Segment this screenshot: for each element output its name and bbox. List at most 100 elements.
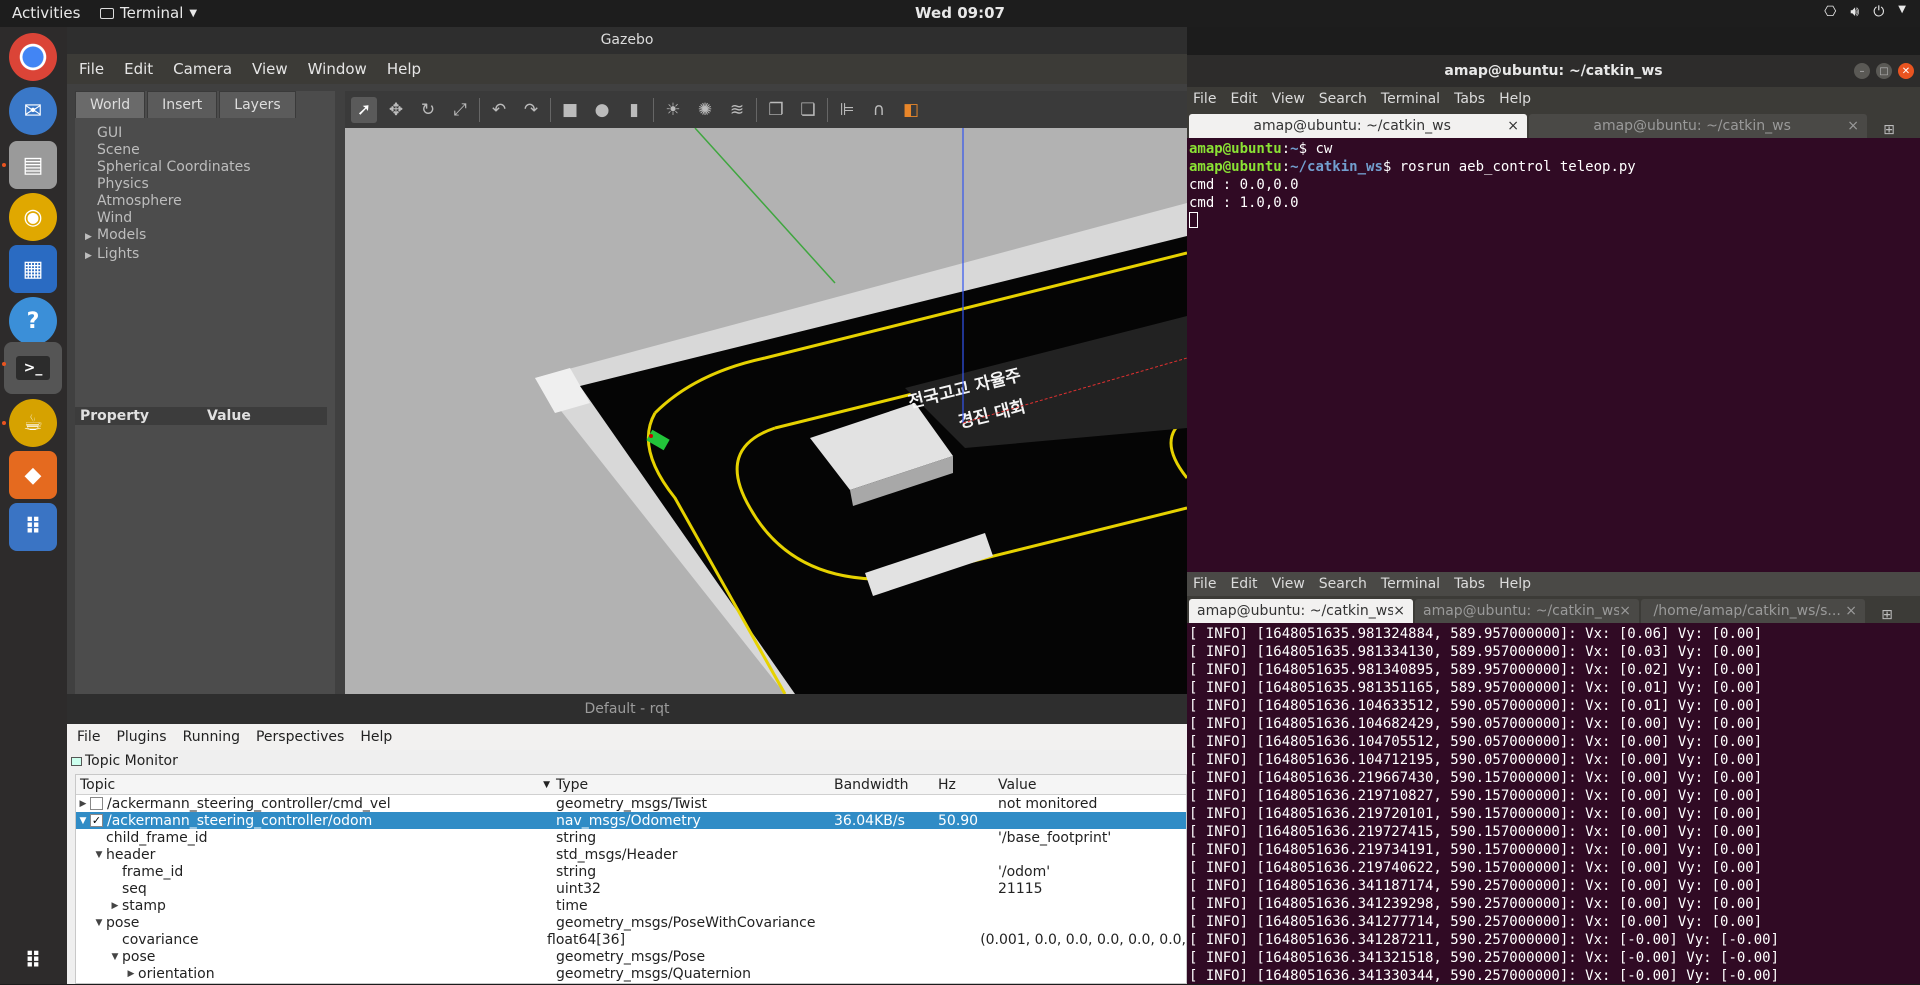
chrome-icon[interactable] [9, 33, 57, 81]
scene-viewport[interactable]: 전국고교 자율주 경진 대회 [345, 128, 1187, 694]
menu-terminal[interactable]: Terminal [1381, 576, 1440, 592]
menu-tabs[interactable]: Tabs [1454, 91, 1485, 107]
tree-item-scene[interactable]: Scene [85, 142, 251, 159]
spot-light-icon[interactable]: ✺ [692, 97, 718, 123]
sphere-shape-icon[interactable]: ● [589, 97, 615, 123]
show-applications-icon[interactable]: ⠿ [9, 937, 57, 985]
menu-file[interactable]: File [1193, 576, 1216, 592]
monitor-checkbox[interactable] [90, 797, 103, 810]
directional-light-icon[interactable]: ≋ [724, 97, 750, 123]
menu-plugins[interactable]: Plugins [116, 729, 166, 745]
menu-edit[interactable]: Edit [124, 60, 153, 78]
terminal-tab-1[interactable]: amap@ubuntu: ~/catkin_ws × [1189, 114, 1527, 138]
thunderbird-icon[interactable]: ✉ [9, 87, 57, 135]
tree-item-lights[interactable]: ▶ Lights [85, 246, 251, 265]
undo-icon[interactable]: ↶ [486, 97, 512, 123]
paste-icon[interactable]: ❏ [795, 97, 821, 123]
menu-help[interactable]: Help [387, 60, 421, 78]
column-value[interactable]: Value [998, 777, 1186, 793]
terminal-tab-3[interactable]: /home/amap/catkin_ws/s... × [1641, 599, 1865, 623]
menu-window[interactable]: Window [308, 60, 367, 78]
table-row[interactable]: ▶ /ackermann_steering_controller/cmd_vel g… [76, 795, 1186, 812]
close-icon[interactable]: × [1845, 603, 1857, 619]
table-row[interactable]: seq uint32 21115 [76, 880, 1186, 897]
tab-world[interactable]: World [75, 91, 146, 118]
table-row[interactable]: covariance float64[36] (0.001, 0.0, 0.0, 0… [76, 931, 1186, 948]
menu-tabs[interactable]: Tabs [1454, 576, 1485, 592]
box-shape-icon[interactable]: ■ [557, 97, 583, 123]
rotate-icon[interactable]: ↻ [415, 97, 441, 123]
menu-view[interactable]: View [252, 60, 288, 78]
table-row[interactable]: child_frame_id string '/base_footprint' [76, 829, 1186, 846]
table-row[interactable]: ▼ header std_msgs/Header [76, 846, 1186, 863]
menu-view[interactable]: View [1272, 91, 1305, 107]
terminal-tab-2[interactable]: amap@ubuntu: ~/catkin_ws × [1415, 599, 1639, 623]
menu-perspectives[interactable]: Perspectives [256, 729, 344, 745]
new-tab-icon[interactable]: ⊞ [1867, 607, 1907, 623]
column-bandwidth[interactable]: Bandwidth [834, 777, 938, 793]
terminal-tab-2[interactable]: amap@ubuntu: ~/catkin_ws × [1529, 114, 1867, 138]
menu-terminal[interactable]: Terminal [1381, 91, 1440, 107]
terminal-tab-1[interactable]: amap@ubuntu: ~/catkin_ws × [1189, 599, 1413, 623]
tree-item-gui[interactable]: GUI [85, 125, 251, 142]
menu-file[interactable]: File [77, 729, 100, 745]
copy-icon[interactable]: ❐ [763, 97, 789, 123]
tree-item-models[interactable]: ▶ Models [85, 227, 251, 246]
align-icon[interactable]: ⊫ [834, 97, 860, 123]
menu-running[interactable]: Running [183, 729, 240, 745]
translate-icon[interactable]: ✥ [383, 97, 409, 123]
column-hz[interactable]: Hz [938, 777, 998, 793]
new-tab-icon[interactable]: ⊞ [1869, 122, 1909, 138]
tree-item-atmosphere[interactable]: Atmosphere [85, 193, 251, 210]
table-row[interactable]: ▼ pose geometry_msgs/Pose [76, 948, 1186, 965]
tab-insert[interactable]: Insert [147, 91, 218, 118]
tree-item-physics[interactable]: Physics [85, 176, 251, 193]
redo-icon[interactable]: ↷ [518, 97, 544, 123]
close-icon[interactable]: × [1847, 118, 1859, 134]
tab-layers[interactable]: Layers [219, 91, 296, 118]
expand-icon[interactable]: ▶ [85, 248, 97, 265]
menu-edit[interactable]: Edit [1230, 91, 1257, 107]
ubuntu-software-icon[interactable]: ◆ [9, 451, 57, 499]
menu-help[interactable]: Help [1499, 91, 1531, 107]
terminal-icon[interactable]: >_ [4, 342, 62, 394]
close-icon[interactable]: × [1393, 603, 1405, 619]
expand-arrow-icon[interactable]: ▼ [92, 918, 106, 928]
expand-arrow-icon[interactable]: ▼ [108, 952, 122, 962]
menu-help[interactable]: Help [360, 729, 392, 745]
apps-grid-icon[interactable]: ⠿ [9, 503, 57, 551]
expand-arrow-icon[interactable]: ▼ [92, 850, 106, 860]
cylinder-shape-icon[interactable]: ▮ [621, 97, 647, 123]
snap-icon[interactable]: ∩ [866, 97, 892, 123]
gazebo-icon[interactable]: ☕︎ [9, 399, 57, 447]
expand-arrow-icon[interactable]: ▶ [76, 799, 90, 809]
menu-file[interactable]: File [1193, 91, 1216, 107]
monitor-checkbox[interactable]: ✓ [90, 814, 103, 827]
menu-camera[interactable]: Camera [173, 60, 232, 78]
minimize-icon[interactable]: – [1854, 63, 1870, 79]
help-icon[interactable]: ? [9, 297, 57, 345]
table-row[interactable]: ▶ orientation geometry_msgs/Quaternion [76, 965, 1186, 982]
table-row[interactable]: ▶ stamp time [76, 897, 1186, 914]
close-icon[interactable]: ✕ [1898, 63, 1914, 79]
table-row[interactable]: ▼ pose geometry_msgs/PoseWithCovariance [76, 914, 1186, 931]
menu-search[interactable]: Search [1319, 91, 1367, 107]
table-row[interactable]: ▼ ✓ /ackermann_steering_controller/odom nav… [76, 812, 1186, 829]
table-row[interactable]: frame_id string '/odom' [76, 863, 1186, 880]
view-angle-icon[interactable]: ◧ [898, 97, 924, 123]
expand-arrow-icon[interactable]: ▼ [76, 816, 90, 826]
menu-view[interactable]: View [1272, 576, 1305, 592]
menu-edit[interactable]: Edit [1230, 576, 1257, 592]
system-tray[interactable]: ⎔ 🔊︎ ⏻ ▼ [1824, 4, 1906, 20]
menu-file[interactable]: File [79, 60, 104, 78]
menu-help[interactable]: Help [1499, 576, 1531, 592]
close-icon[interactable]: × [1507, 118, 1519, 134]
select-arrow-icon[interactable]: ➚ [351, 96, 377, 123]
clock[interactable]: Wed 09:07 [0, 4, 1920, 22]
files-icon[interactable]: ▤ [9, 141, 57, 189]
expand-arrow-icon[interactable]: ▶ [124, 969, 138, 979]
point-light-icon[interactable]: ☀ [660, 97, 686, 123]
rhythmbox-icon[interactable]: ◉ [9, 193, 57, 241]
tree-item-wind[interactable]: Wind [85, 210, 251, 227]
tree-item-spherical[interactable]: Spherical Coordinates [85, 159, 251, 176]
